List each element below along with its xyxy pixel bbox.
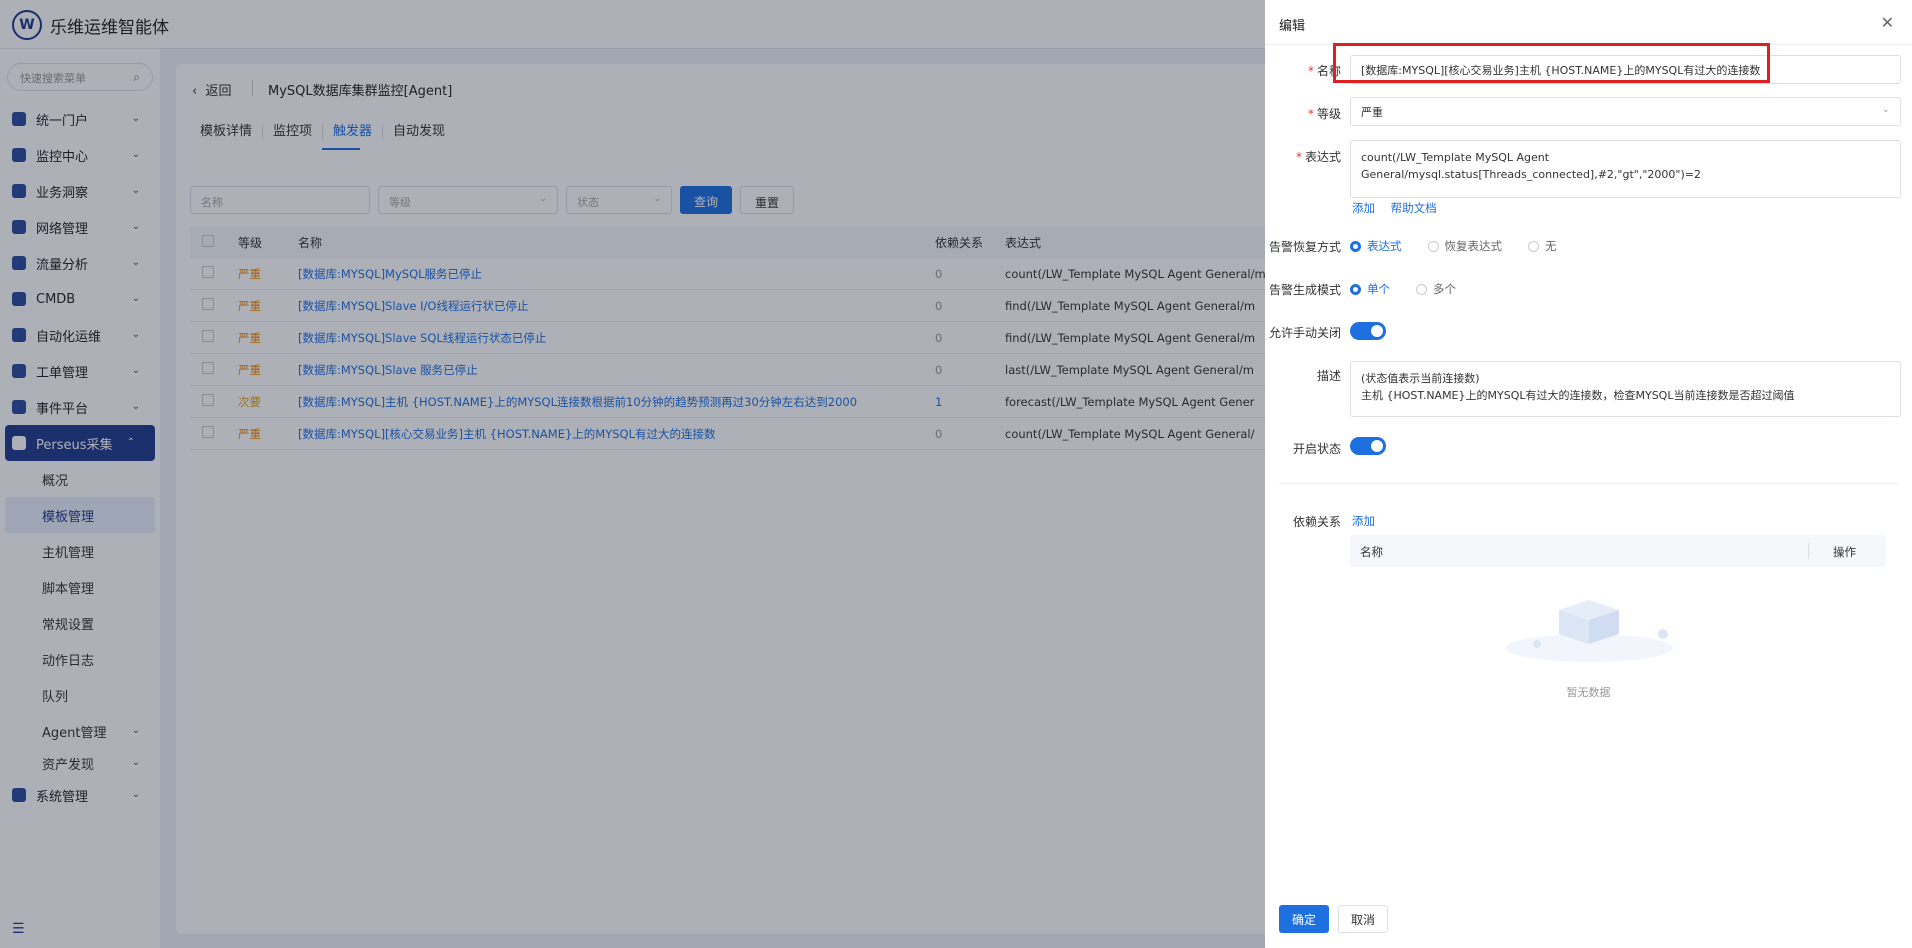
radio-dot	[1416, 283, 1427, 295]
recovery-option-none[interactable]: 无	[1528, 238, 1557, 254]
required-mark: *	[1295, 150, 1302, 164]
gen-option-multiple[interactable]: 多个	[1416, 281, 1456, 297]
option-label: 恢复表达式	[1444, 239, 1503, 253]
add-expression-link[interactable]: 添加	[1352, 201, 1375, 215]
gen-mode-label: 告警生成模式	[1268, 283, 1341, 297]
level-label: * 等级	[1273, 105, 1341, 122]
radio-dot	[1528, 240, 1539, 252]
label-text: 表达式	[1304, 150, 1341, 164]
expression-textarea[interactable]: count(/LW_Template MySQL Agent General/m…	[1350, 140, 1901, 198]
drawer-title: 编辑	[1279, 19, 1306, 34]
required-mark: *	[1307, 107, 1314, 121]
recovery-option-recovery-expr[interactable]: 恢复表达式	[1427, 238, 1503, 254]
expr-links: 添加 帮助文档	[1352, 200, 1449, 216]
enabled-toggle[interactable]	[1350, 437, 1386, 455]
cancel-button[interactable]: 取消	[1338, 905, 1388, 933]
level-select[interactable]: 严重 ⌄	[1350, 97, 1901, 126]
highlight-box	[1333, 43, 1770, 83]
level-select-value: 严重	[1361, 105, 1383, 119]
modal-overlay[interactable]	[0, 0, 1265, 948]
empty-box-icon	[1505, 600, 1673, 662]
confirm-button[interactable]: 确定	[1279, 905, 1329, 933]
add-dependency-link[interactable]: 添加	[1352, 513, 1375, 529]
section-divider	[1279, 483, 1899, 484]
chevron-down-icon: ⌄	[1881, 104, 1890, 115]
edit-drawer: 编辑 ✕ * 名称 [数据库:MYSQL][核心交易业务]主机 {HOST.NAM…	[1265, 0, 1912, 948]
manual-close-toggle[interactable]	[1350, 322, 1386, 340]
desc-label: 描述	[1316, 369, 1341, 383]
gen-option-single[interactable]: 单个	[1350, 281, 1390, 297]
close-icon[interactable]: ✕	[1881, 13, 1894, 32]
deps-col-name: 名称	[1360, 545, 1383, 559]
recovery-option-expression[interactable]: 表达式	[1350, 238, 1402, 254]
radio-dot	[1350, 240, 1361, 252]
deps-table-header: 名称 操作	[1350, 535, 1886, 567]
deps-col-action: 操作	[1833, 545, 1856, 559]
label-text: 等级	[1316, 107, 1341, 121]
col-divider	[1808, 543, 1809, 559]
option-label: 表达式	[1367, 239, 1402, 253]
radio-dot	[1427, 240, 1439, 252]
deps-label: 依赖关系	[1292, 515, 1341, 529]
option-label: 无	[1545, 239, 1557, 253]
app-root: W 乐维运维智能体 快速搜索菜单 ⌕ 统一门户 ⌄ 监控中心 ⌄ 业务洞察 ⌄ 网络管…	[0, 0, 1912, 948]
manual-close-label: 允许手动关闭	[1268, 326, 1341, 340]
name-label: * 名称	[1273, 62, 1341, 79]
gen-mode-radio-group: 单个 多个	[1350, 281, 1482, 297]
empty-text: 暂无数据	[1566, 686, 1611, 699]
expr-label: * 表达式	[1273, 148, 1341, 165]
recovery-radio-group: 表达式 恢复表达式 无	[1350, 238, 1583, 254]
option-label: 单个	[1367, 282, 1390, 296]
desc-line: (状态值表示当前连接数)	[1361, 372, 1480, 385]
required-mark: *	[1307, 64, 1314, 78]
radio-dot	[1350, 283, 1361, 295]
desc-line: 主机 {HOST.NAME}上的MYSQL有过大的连接数，检查MYSQL当前连接…	[1361, 389, 1795, 402]
enabled-label: 开启状态	[1292, 442, 1341, 456]
description-textarea[interactable]: (状态值表示当前连接数) 主机 {HOST.NAME}上的MYSQL有过大的连接…	[1350, 361, 1901, 417]
recovery-label: 告警恢复方式	[1268, 240, 1341, 254]
option-label: 多个	[1433, 282, 1456, 296]
drawer-footer: 确定 取消	[1265, 900, 1912, 948]
help-doc-link[interactable]: 帮助文档	[1391, 201, 1437, 215]
